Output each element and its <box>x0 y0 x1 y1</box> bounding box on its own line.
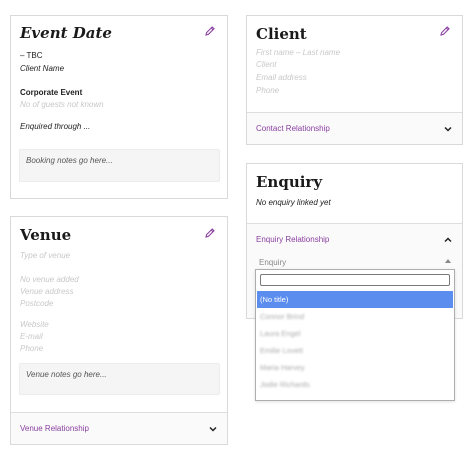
client-card: Client First name – Last name Client Ema… <box>246 15 463 145</box>
client-company-placeholder: Client <box>256 60 277 69</box>
booking-notes-placeholder: Booking notes go here... <box>26 156 113 165</box>
venue-website-placeholder: Website <box>20 320 49 329</box>
triangle-up-icon <box>445 259 451 263</box>
client-phone-placeholder: Phone <box>256 86 280 95</box>
event-date-title: Event Date <box>20 24 112 42</box>
client-title: Client <box>256 25 307 43</box>
client-email-placeholder: Email address <box>256 73 307 82</box>
dropdown-option[interactable]: Maria Harvey <box>257 359 453 376</box>
enquiry-dropdown: (No title) Connor Brind Laura Engel Emil… <box>255 269 455 401</box>
booking-notes[interactable]: Booking notes go here... <box>19 149 220 182</box>
venue-relationship-bar[interactable]: Venue Relationship <box>11 412 227 444</box>
chevron-down-icon[interactable] <box>443 124 453 134</box>
dropdown-option[interactable]: Emilie Lovett <box>257 342 453 359</box>
enquiry-empty-text: No enquiry linked yet <box>256 198 331 207</box>
venue-name-placeholder: No venue added <box>20 275 79 284</box>
pencil-icon[interactable] <box>204 25 216 37</box>
client-fullname-placeholder: First name – Last name <box>256 48 341 57</box>
event-date-value: – TBC <box>20 51 43 60</box>
enquiry-select[interactable]: Enquiry <box>256 256 454 269</box>
contact-relationship-label: Contact Relationship <box>256 124 330 133</box>
venue-address-placeholder: Venue address <box>20 287 74 296</box>
venue-notes[interactable]: Venue notes go here... <box>19 363 220 395</box>
dropdown-option[interactable]: Jodie Richards <box>257 376 453 393</box>
dropdown-option[interactable]: Laura Engel <box>257 325 453 342</box>
venue-relationship-label: Venue Relationship <box>20 424 89 433</box>
event-type: Corporate Event <box>20 88 83 97</box>
pencil-icon[interactable] <box>439 25 451 37</box>
dropdown-option[interactable]: (No title) <box>257 291 453 308</box>
dropdown-option[interactable]: Connor Brind <box>257 308 453 325</box>
dropdown-search-input[interactable] <box>260 274 450 286</box>
venue-notes-placeholder: Venue notes go here... <box>26 370 107 379</box>
venue-phone-placeholder: Phone <box>20 344 44 353</box>
venue-type-placeholder: Type of venue <box>20 251 71 260</box>
contact-relationship-bar[interactable]: Contact Relationship <box>247 112 462 144</box>
enquiry-select-value: Enquiry <box>259 258 287 267</box>
venue-card: Venue Type of venue No venue added Venue… <box>10 216 228 445</box>
enquiry-source: Enquired through ... <box>20 122 91 131</box>
client-name: Client Name <box>20 64 65 73</box>
enquiry-title: Enquiry <box>256 173 323 191</box>
enquiry-relationship-label[interactable]: Enquiry Relationship <box>256 235 329 244</box>
venue-postcode-placeholder: Postcode <box>20 299 54 308</box>
chevron-up-icon[interactable] <box>443 235 453 245</box>
venue-title: Venue <box>20 226 72 244</box>
guest-count-placeholder: No of guests not known <box>20 100 104 109</box>
chevron-down-icon[interactable] <box>208 424 218 434</box>
pencil-icon[interactable] <box>204 227 216 239</box>
venue-email-placeholder: E-mail <box>20 332 43 341</box>
event-date-card: Event Date – TBC Client Name Corporate E… <box>10 15 228 199</box>
